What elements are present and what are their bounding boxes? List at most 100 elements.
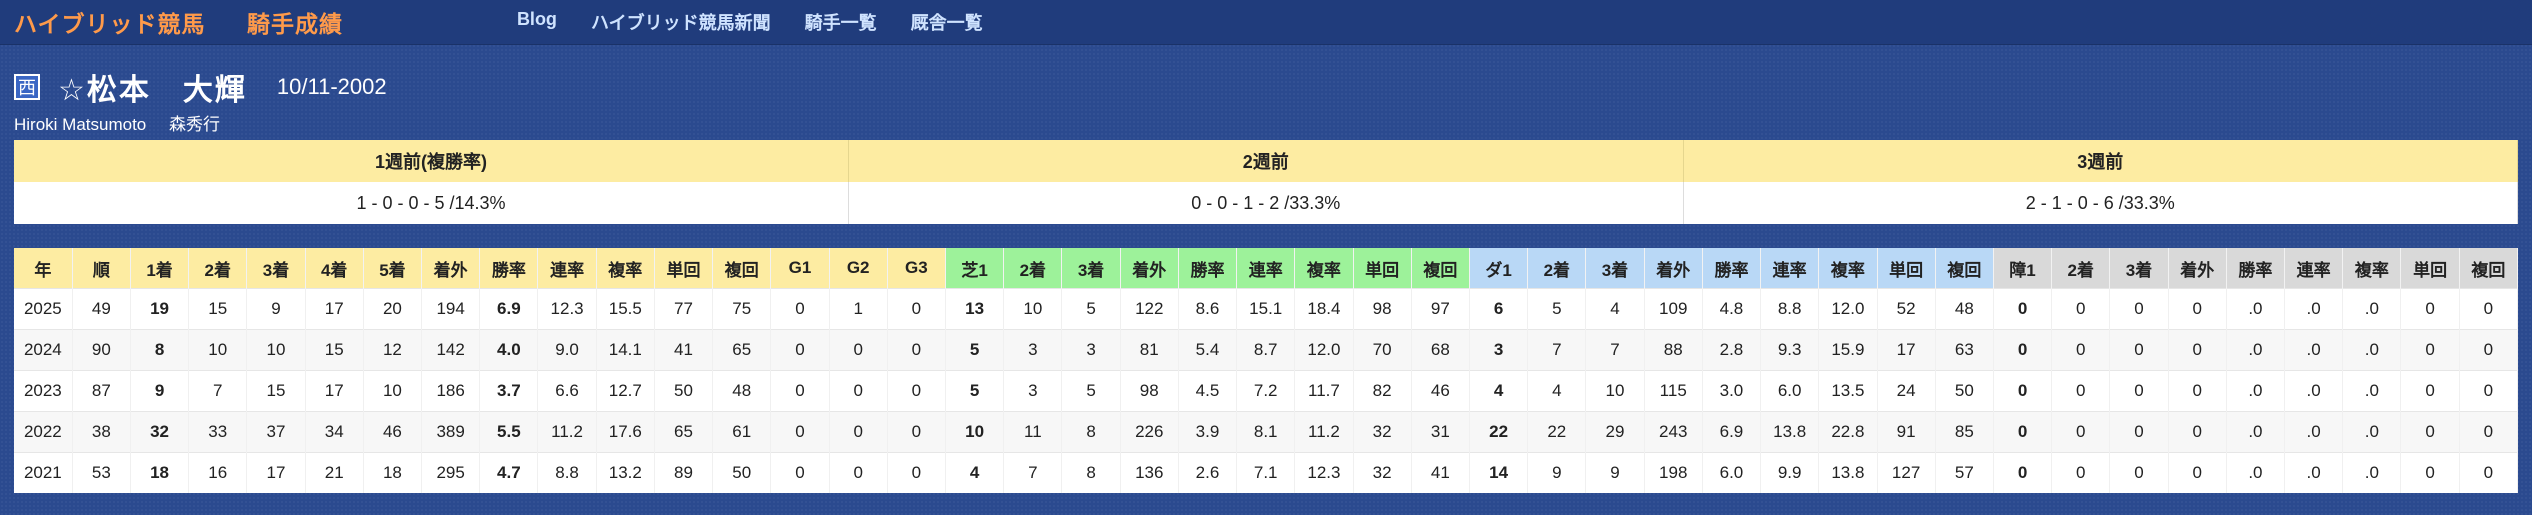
table-row: 2023 87 9 7 15 17 10 186 3.7 6.6 12.7 50 48 0 0 0 5 3 5 98 4… <box>14 370 2519 412</box>
stats-cell: 18 <box>363 452 423 493</box>
stats-header-cell: 2着 <box>1003 248 1063 289</box>
stats-cell: 89 <box>654 452 714 493</box>
stats-header-cell: ダ1 <box>1469 248 1529 289</box>
stats-cell: 9 <box>1527 452 1587 493</box>
stats-cell: 10 <box>188 329 248 371</box>
stats-cell: 8.8 <box>537 452 597 493</box>
stats-header-cell: 単回 <box>1353 248 1412 289</box>
stats-cell: 3.0 <box>1702 370 1762 412</box>
stats-header-cell: 障1 <box>1993 248 2053 289</box>
nav-stable-list[interactable]: 厩舎一覧 <box>911 9 983 35</box>
stats-cell: 65 <box>712 329 772 371</box>
stats-cell: 77 <box>654 288 714 330</box>
stats-cell: 8 <box>130 329 190 371</box>
stats-cell: .0 <box>2226 288 2286 330</box>
stats-header-cell: 勝率 <box>479 248 539 289</box>
stats-cell: 6 <box>1469 288 1529 330</box>
stats-cell: 6.9 <box>1702 411 1762 453</box>
weekly-header: 3週前 <box>1683 140 2518 182</box>
stats-cell: 12.0 <box>1294 329 1354 371</box>
stats-cell: 3.9 <box>1178 411 1238 453</box>
stats-cell: 186 <box>421 370 481 412</box>
stats-cell: 10 <box>1585 370 1645 412</box>
stats-cell: 17 <box>1877 329 1936 371</box>
top-bar: ハイブリッド競馬 騎手成績 Blog ハイブリッド競馬新聞 騎手一覧 厩舎一覧 <box>0 0 2532 45</box>
stats-header-cell: 連率 <box>2284 248 2344 289</box>
jockey-header: 西 ☆松本 大輝 10/11-2002 <box>0 61 2532 113</box>
stats-cell: 18.4 <box>1294 288 1354 330</box>
stats-header-cell: 年 <box>14 248 73 289</box>
stats-cell: 4 <box>1585 288 1645 330</box>
stats-cell: 0 <box>2459 411 2519 453</box>
nav-jockey-list[interactable]: 騎手一覧 <box>805 9 877 35</box>
stats-cell: 0 <box>829 370 888 412</box>
jockey-romaji: Hiroki Matsumoto <box>14 115 147 134</box>
stats-cell: 63 <box>1935 329 1994 371</box>
stats-header-cell: 複率 <box>1294 248 1354 289</box>
nav-newspaper[interactable]: ハイブリッド競馬新聞 <box>591 9 771 35</box>
region-badge: 西 <box>14 74 40 100</box>
stats-cell: 8.6 <box>1178 288 1238 330</box>
stats-header-cell: G2 <box>829 248 888 289</box>
stats-cell: 0 <box>1993 329 2053 371</box>
stats-cell: 9.0 <box>537 329 597 371</box>
stats-header-cell: 3着 <box>246 248 306 289</box>
stats-cell: 9 <box>246 288 306 330</box>
stats-header-cell: 芝1 <box>945 248 1005 289</box>
stats-cell: 32 <box>1353 411 1412 453</box>
stats-cell: 243 <box>1644 411 1703 453</box>
stats-cell: 5 <box>945 370 1005 412</box>
stats-cell: 194 <box>421 288 481 330</box>
stats-cell: 7 <box>1003 452 1063 493</box>
stats-cell: 8.8 <box>1760 288 1820 330</box>
weekly-value: 1 - 0 - 0 - 5 /14.3% <box>14 182 849 224</box>
stats-cell: 49 <box>72 288 131 330</box>
stats-cell: 32 <box>1353 452 1412 493</box>
stats-cell: 4.7 <box>479 452 539 493</box>
stats-cell: 70 <box>1353 329 1412 371</box>
stats-header-cell: 5着 <box>363 248 423 289</box>
stats-cell: 295 <box>421 452 481 493</box>
weekly-results-table: 1週前(複勝率) 2週前 3週前 1 - 0 - 0 - 5 /14.3% 0 … <box>14 140 2518 224</box>
stats-cell: .0 <box>2342 329 2402 371</box>
stats-cell: 13.8 <box>1760 411 1820 453</box>
stats-cell: 2024 <box>14 329 73 371</box>
nav-blog[interactable]: Blog <box>517 9 557 35</box>
stats-cell: 10 <box>945 411 1005 453</box>
stats-cell: 127 <box>1877 452 1936 493</box>
stats-header-cell: 複回 <box>1935 248 1994 289</box>
stats-header-row: 年順 1着 2着 3着 4着 5着 着外 勝率 連率 複率 単回 複回 G1 G2 G3 芝1 2着 3着 着外 勝率… <box>14 248 2519 289</box>
stats-header-cell: 3着 <box>1585 248 1645 289</box>
stats-cell: 7 <box>188 370 248 412</box>
stats-cell: 24 <box>1877 370 1936 412</box>
weekly-header: 1週前(複勝率) <box>14 140 849 182</box>
site-title[interactable]: ハイブリッド競馬 <box>14 11 206 37</box>
stats-cell: 2025 <box>14 288 73 330</box>
stats-cell: 4.5 <box>1178 370 1238 412</box>
stats-cell: 65 <box>654 411 714 453</box>
stats-cell: 2021 <box>14 452 73 493</box>
stats-cell: 50 <box>712 452 772 493</box>
stats-header-cell: 着外 <box>2168 248 2227 289</box>
stats-cell: 0 <box>2109 288 2169 330</box>
stats-cell: 4 <box>1527 370 1587 412</box>
stats-cell: 48 <box>1935 288 1994 330</box>
stats-cell: 87 <box>72 370 131 412</box>
brand[interactable]: ハイブリッド競馬 騎手成績 <box>14 5 377 39</box>
stats-cell: 2023 <box>14 370 73 412</box>
stats-header-cell: 着外 <box>1120 248 1179 289</box>
stats-cell: 15 <box>305 329 364 371</box>
stats-cell: 0 <box>1993 452 2053 493</box>
stats-cell: 12.7 <box>596 370 655 412</box>
stats-cell: 0 <box>887 452 947 493</box>
stats-cell: 0 <box>2400 370 2460 412</box>
weekly-value: 2 - 1 - 0 - 6 /33.3% <box>1683 182 2518 224</box>
stats-cell: 17 <box>305 370 364 412</box>
stats-cell: 22 <box>1527 411 1587 453</box>
stats-cell: .0 <box>2226 329 2286 371</box>
stats-cell: 17.6 <box>596 411 655 453</box>
stats-cell: 16 <box>188 452 248 493</box>
stats-cell: 22 <box>1469 411 1529 453</box>
stats-cell: 15 <box>246 370 306 412</box>
stats-cell: 41 <box>654 329 714 371</box>
